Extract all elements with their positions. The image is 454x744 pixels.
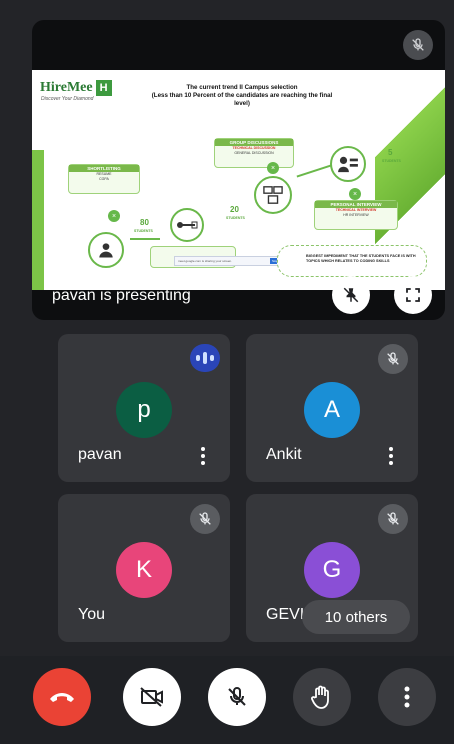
- end-call-button[interactable]: [33, 668, 91, 726]
- more-options-button[interactable]: [378, 668, 436, 726]
- logo-tagline: Discover Your Diamond: [41, 96, 94, 102]
- share-banner-text: meet.google.com is sharing your screen.: [178, 259, 233, 263]
- check-x-icon: ×: [267, 162, 279, 174]
- mic-muted-icon: [378, 344, 408, 374]
- discussion-icon: [254, 176, 292, 214]
- interview-icon: [330, 146, 366, 182]
- group-discussions-box: GROUP DISCUSSIONS TECHNICAL DISCUSSION G…: [214, 138, 294, 168]
- camera-off-icon: [140, 687, 163, 707]
- slide-title-line: The current trend II Campus selection: [186, 84, 298, 91]
- mic-muted-icon: [378, 504, 408, 534]
- avatar: A: [304, 382, 360, 438]
- slide-title-line: level): [234, 100, 250, 107]
- participant-tile-pavan[interactable]: p pavan: [58, 334, 230, 482]
- slide-title-line: (Less than 10 Percent of the candidates …: [151, 92, 333, 99]
- participant-tile-you[interactable]: K You: [58, 494, 230, 642]
- fullscreen-button[interactable]: [394, 276, 432, 314]
- others-button[interactable]: 10 others: [302, 600, 410, 634]
- participant-tile-ankit[interactable]: A Ankit: [246, 334, 418, 482]
- impediment-box: BIGGEST IMPEDIMENT THAT THE STUDENTS FAC…: [277, 245, 427, 277]
- count-20: 20: [230, 205, 239, 214]
- count-5: 5: [388, 148, 393, 157]
- person-icon: [88, 232, 124, 268]
- more-options-icon: [404, 686, 410, 708]
- flow-arrow: [130, 238, 160, 240]
- participant-more-button[interactable]: [198, 445, 208, 467]
- students-label: STUDENTS: [134, 229, 153, 233]
- presenter-mic-muted-icon: [403, 30, 433, 60]
- personal-interview-line: HR INTERVIEW: [343, 213, 369, 217]
- slide-title: The current trend II Campus selection (L…: [142, 84, 342, 108]
- hiremee-logo: HireMee H: [40, 80, 112, 96]
- call-controls-bar: [0, 656, 454, 744]
- group-discussions-line: GENERAL DISCUSSION: [234, 151, 274, 155]
- students-label: STUDENTS: [382, 159, 401, 163]
- logo-letter: H: [95, 80, 112, 96]
- logo-text: HireMee: [40, 80, 93, 95]
- raise-hand-icon: [311, 685, 329, 709]
- personal-interview-head: PERSONAL INTERVIEW: [315, 201, 397, 208]
- count-80: 80: [140, 218, 149, 227]
- presenter-label: pavan is presenting: [52, 287, 191, 304]
- key-icon: [170, 208, 204, 242]
- shortlisting-box: SHORTLISTING RESUME CGPA: [68, 164, 140, 194]
- shortlisting-line: CGPA: [99, 177, 109, 181]
- shared-slide: HireMee H Discover Your Diamond The curr…: [32, 70, 445, 290]
- speaking-indicator-icon: [190, 344, 220, 372]
- mic-toggle-button[interactable]: [208, 668, 266, 726]
- avatar: p: [116, 382, 172, 438]
- avatar: G: [304, 542, 360, 598]
- group-discussions-head: GROUP DISCUSSIONS: [215, 139, 293, 146]
- participant-name: Ankit: [266, 446, 302, 463]
- personal-interview-box: PERSONAL INTERVIEW TECHNICAL INTERVIEW H…: [314, 200, 398, 230]
- mic-off-icon: [228, 686, 246, 706]
- end-call-icon: [50, 693, 74, 702]
- slide-decoration-left: [32, 150, 44, 290]
- meeting-screen: HireMee H Discover Your Diamond The curr…: [0, 0, 454, 744]
- unpin-button[interactable]: [332, 276, 370, 314]
- participant-name: You: [78, 606, 105, 623]
- raise-hand-button[interactable]: [293, 668, 351, 726]
- pin-off-icon: [343, 287, 359, 303]
- participant-name: pavan: [78, 446, 122, 463]
- shortlisting-head: SHORTLISTING: [69, 165, 139, 172]
- fullscreen-icon: [406, 288, 420, 302]
- avatar: K: [116, 542, 172, 598]
- flow-arrow: [296, 164, 332, 178]
- participant-more-button[interactable]: [386, 445, 396, 467]
- check-x-icon: ×: [349, 188, 361, 200]
- camera-toggle-button[interactable]: [123, 668, 181, 726]
- check-x-icon: ×: [108, 210, 120, 222]
- students-label: STUDENTS: [226, 216, 245, 220]
- impediment-text: BIGGEST IMPEDIMENT THAT THE STUDENTS FAC…: [306, 254, 416, 263]
- mic-muted-icon: [190, 504, 220, 534]
- presentation-tile[interactable]: HireMee H Discover Your Diamond The curr…: [32, 20, 445, 320]
